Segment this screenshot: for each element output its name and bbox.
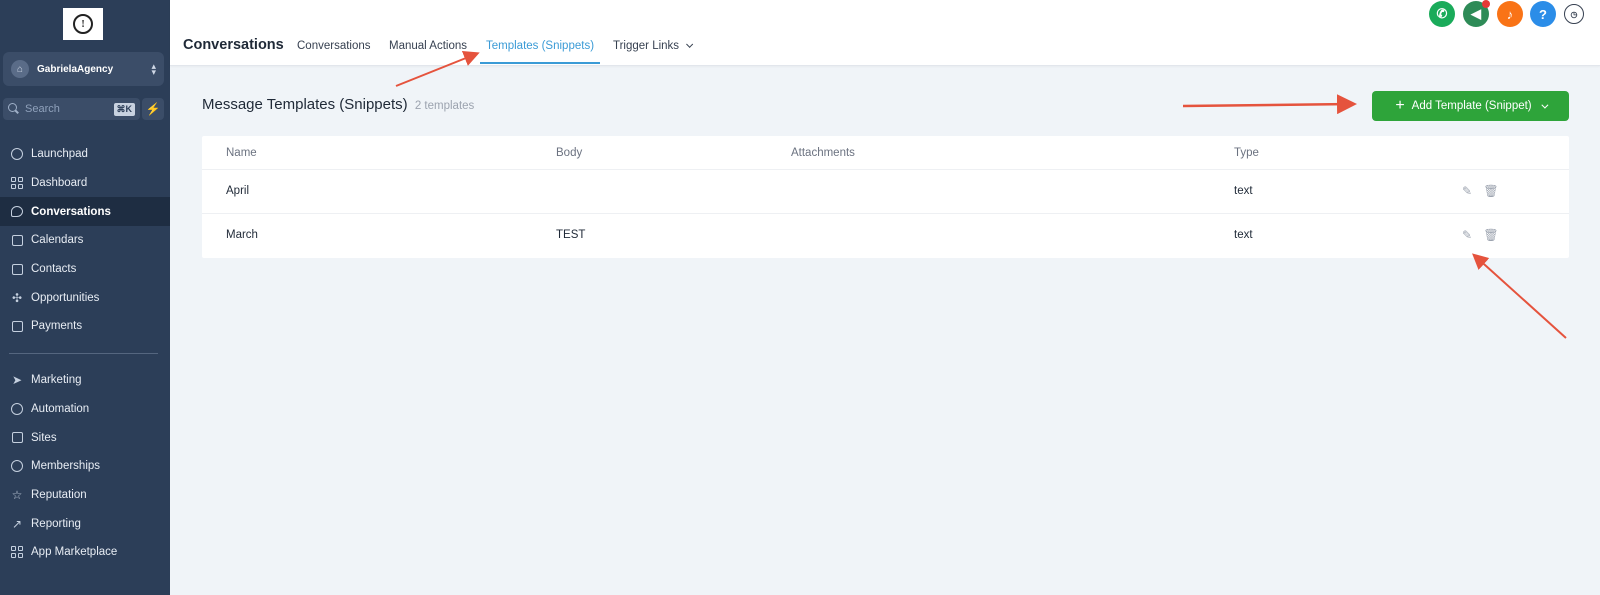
quick-action-bolt-icon[interactable]: ⚡ [142,98,164,120]
sidebar-item-label: Memberships [31,460,101,473]
trash-icon[interactable]: 🗑 [1483,184,1498,198]
bell-icon[interactable]: ♪ [1497,1,1523,27]
sidebar-item-marketing[interactable]: ➤ Marketing [0,366,170,395]
section-heading: Message Templates (Snippets) 2 templates [202,96,474,113]
nav-primary: Launchpad Dashboard Conversations Calend… [0,140,170,341]
grid-icon [10,176,24,190]
annotation-arrows [395,51,1567,339]
trend-icon: ↗ [11,516,23,531]
paper-plane-icon: ➤ [11,373,23,388]
notification-dot [1482,0,1490,8]
sidebar-item-label: Reporting [31,517,81,530]
sidebar-item-label: Sites [31,431,57,444]
browser-icon [10,431,24,445]
add-template-label: Add Template (Snippet) [1411,100,1532,112]
apps-grid-icon [10,545,24,559]
tab-label: Trigger Links [613,40,680,52]
arrow-to-add-button [1182,94,1357,115]
sidebar-item-label: Conversations [31,205,111,218]
column-header-body[interactable]: Body [556,147,582,159]
add-template-button[interactable]: + Add Template (Snippet) [1372,91,1569,121]
row-body: TEST [556,229,586,241]
page-title: Conversations [183,37,284,53]
column-header-name[interactable]: Name [226,147,257,159]
search-placeholder: Search [25,103,60,115]
plus-icon: + [1395,97,1405,114]
sidebar-item-label: Automation [31,403,90,416]
sidebar-item-automation[interactable]: Automation [0,395,170,424]
sidebar-item-label: Reputation [31,489,87,502]
column-header-attachments[interactable]: Attachments [791,147,855,159]
sidebar-item-label: Marketing [31,374,82,387]
table-header-row: Name Body Attachments Type [202,136,1569,170]
search-box[interactable]: Search ⌘K [3,98,140,120]
phone-icon[interactable]: ✆ [1429,1,1455,27]
sidebar-item-label: Launchpad [31,148,88,161]
templates-table: Name Body Attachments Type April text ✎ … [202,136,1569,258]
sidebar-item-label: Contacts [31,263,77,276]
sidebar-item-label: Calendars [31,234,84,247]
sidebar-item-opportunities[interactable]: ✣ Opportunities [0,283,170,312]
chevron-down-icon [686,40,694,48]
row-name: March [226,229,258,241]
sidebar-item-label: Opportunities [31,291,100,304]
tab-conversations[interactable]: Conversations [297,40,371,52]
section-title: Message Templates (Snippets) [202,96,408,113]
help-icon[interactable]: ? [1530,1,1556,27]
history-clock-icon[interactable]: ◷ [1564,4,1584,24]
sidebar-item-reporting[interactable]: ↗ Reporting [0,509,170,538]
tab-manual-actions[interactable]: Manual Actions [389,40,467,52]
sidebar-item-label: Dashboard [31,177,88,190]
account-switcher[interactable]: ⌂ GabrielaAgency ▴ ▾ [3,52,164,86]
column-header-type[interactable]: Type [1234,147,1259,159]
sidebar-item-sites[interactable]: Sites [0,423,170,452]
row-type: text [1234,229,1253,241]
award-icon [10,459,24,473]
sidebar-item-payments[interactable]: Payments [0,312,170,341]
sidebar-item-app-marketplace[interactable]: App Marketplace [0,538,170,567]
rocket-icon [10,147,24,161]
sidebar-item-reputation[interactable]: ☆ Reputation [0,481,170,510]
top-header: Conversations Conversations Manual Actio… [170,0,1600,66]
sidebar-item-dashboard[interactable]: Dashboard [0,169,170,198]
sidebar: ! ⌂ GabrielaAgency ▴ ▾ Search ⌘K ⚡ Launch… [0,0,170,595]
sidebar-divider [9,353,158,354]
edit-icon[interactable]: ✎ [1460,184,1474,198]
announcement-icon[interactable]: ◀ [1463,0,1490,27]
trash-icon[interactable]: 🗑 [1483,228,1498,242]
calendar-icon [10,233,24,247]
sidebar-item-calendars[interactable]: Calendars [0,226,170,255]
sidebar-item-memberships[interactable]: Memberships [0,452,170,481]
sidebar-item-conversations[interactable]: Conversations [0,197,170,227]
chevron-down-icon [1541,101,1549,109]
chevron-updown-icon: ▴ ▾ [151,61,156,77]
network-icon: ✣ [11,290,23,305]
search-shortcut: ⌘K [113,102,135,116]
account-name: GabrielaAgency [37,63,114,75]
sidebar-item-label: App Marketplace [31,546,118,559]
sidebar-item-label: Payments [31,320,83,333]
sidebar-item-launchpad[interactable]: Launchpad [0,140,170,169]
tab-templates-snippets[interactable]: Templates (Snippets) [486,40,594,52]
company-logo[interactable]: ! [63,8,103,40]
arrow-to-row-actions [1472,253,1567,339]
search-icon [8,103,20,115]
row-type: text [1234,185,1253,197]
template-count: 2 templates [414,100,475,112]
edit-icon[interactable]: ✎ [1460,228,1474,242]
sidebar-item-contacts[interactable]: Contacts [0,255,170,284]
table-row[interactable]: April text ✎ 🗑 [202,170,1569,214]
contacts-book-icon [10,262,24,276]
row-name: April [226,185,250,197]
active-tab-indicator [480,62,600,64]
chat-bubble-icon [10,205,24,219]
play-circle-icon [10,402,24,416]
account-avatar-icon: ⌂ [11,60,29,78]
tab-trigger-links[interactable]: Trigger Links [613,40,694,52]
nav-secondary: ➤ Marketing Automation Sites Memberships… [0,366,170,567]
table-row[interactable]: March TEST text ✎ 🗑 [202,214,1569,258]
receipt-icon [10,319,24,333]
star-icon: ☆ [11,488,23,503]
